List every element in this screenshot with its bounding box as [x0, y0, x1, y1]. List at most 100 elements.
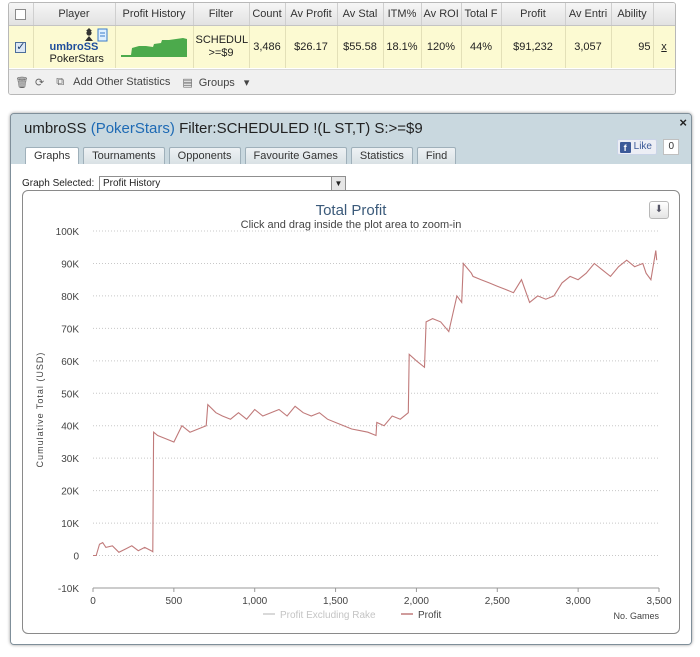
player-cell[interactable]: umbroSS PokerStars [33, 25, 116, 68]
graphs-tab-content: Graph Selected: Profit History ▼ ⬇ Total… [11, 164, 691, 644]
refresh-icon[interactable]: ⟳ [35, 76, 44, 89]
profit-cell: $91,232 [501, 25, 566, 68]
like-count: 0 [663, 139, 679, 155]
add-stats-icon: ⧉ [56, 76, 65, 88]
y-tick-label: -10K [58, 584, 79, 595]
x-tick-label: 3,000 [566, 596, 591, 607]
count-cell: 3,486 [249, 25, 286, 68]
legend-label-excluding-rake: Profit Excluding Rake [280, 610, 376, 621]
col-header-av-stake[interactable]: Av Stal [337, 3, 384, 26]
x-axis-label: No. Games [613, 611, 659, 621]
av-roi-cell: 120% [421, 25, 462, 68]
remove-row-button[interactable]: x [653, 25, 675, 68]
filter-cell: SCHEDULE >=$9 [193, 25, 250, 68]
tab-statistics[interactable]: Statistics [350, 147, 413, 165]
graph-select-value: Profit History [103, 178, 161, 189]
panel-site-link[interactable]: (PokerStars) [91, 120, 175, 137]
player-detail-panel: umbroSS (PokerStars) Filter:SCHEDULED !(… [10, 113, 692, 645]
add-stats-label: Add Other Statistics [73, 76, 171, 88]
filter-line-2: >=$9 [208, 47, 234, 59]
y-axis-label: Cumulative Total (USD) [35, 352, 45, 468]
filter-line-1: SCHEDULE [195, 34, 249, 46]
stats-table: Player Profit History Filter Count Av Pr… [9, 3, 675, 68]
av-stake-cell: $55.58 [337, 25, 384, 68]
col-header-profit-history[interactable]: Profit History [115, 3, 194, 26]
table-header-row: Player Profit History Filter Count Av Pr… [9, 3, 675, 26]
profit-chart-container[interactable]: ⬇ Total Profit Click and drag inside the … [22, 190, 680, 634]
close-icon[interactable]: × [679, 115, 687, 130]
groups-label: Groups [198, 77, 235, 89]
legend-label-profit: Profit [418, 610, 442, 621]
col-header-remove [653, 3, 675, 26]
chevron-down-icon: ▾ [243, 77, 250, 89]
y-tick-label: 20K [61, 487, 79, 498]
select-all-checkbox[interactable] [15, 8, 27, 20]
y-tick-label: 80K [61, 292, 79, 303]
download-icon[interactable]: ⬇ [649, 201, 669, 219]
av-entrants-cell: 3,057 [565, 25, 612, 68]
y-tick-label: 50K [61, 389, 79, 400]
profit-history-sparkline-cell[interactable] [115, 25, 194, 68]
y-tick-label: 70K [61, 324, 79, 335]
select-all-header[interactable] [9, 3, 34, 26]
add-stats-button[interactable]: ⧉ Add Other Statistics [50, 76, 170, 89]
panel-filter-text: Filter:SCHEDULED !(L ST,T) S:>=$9 [179, 120, 423, 137]
row-select-cell[interactable] [9, 25, 34, 68]
tab-find[interactable]: Find [416, 147, 457, 165]
col-header-profit[interactable]: Profit [501, 3, 566, 26]
col-header-av-roi[interactable]: Av ROI [421, 3, 462, 26]
like-label: Like [633, 141, 652, 152]
player-icons [84, 28, 110, 45]
col-header-filter[interactable]: Filter [193, 3, 250, 26]
chevron-down-icon[interactable]: ▼ [331, 177, 345, 190]
groups-icon: ▤ [182, 77, 193, 89]
facebook-like-button[interactable]: f Like [616, 139, 657, 155]
x-tick-label: 2,000 [404, 596, 429, 607]
col-header-player[interactable]: Player [33, 3, 116, 26]
player-avatar-icon[interactable] [84, 28, 110, 42]
panel-header: umbroSS (PokerStars) Filter:SCHEDULED !(… [11, 114, 691, 166]
row-checkbox[interactable] [15, 40, 27, 53]
tab-opponents[interactable]: Opponents [168, 147, 241, 165]
y-tick-label: 100K [56, 227, 80, 238]
y-tick-label: 10K [61, 519, 79, 530]
table-row[interactable]: umbroSS PokerStars SCHEDULE >=$9 3,486 $… [9, 25, 675, 68]
tab-tournaments[interactable]: Tournaments [83, 147, 165, 165]
av-profit-cell: $26.17 [285, 25, 338, 68]
y-tick-label: 40K [61, 422, 79, 433]
graph-selected-label: Graph Selected: [22, 178, 95, 189]
ability-cell: 95 [611, 25, 654, 68]
x-tick-label: 1,000 [242, 596, 267, 607]
stats-toolbar: 🗑 ⟳ ⧉ Add Other Statistics ▤ Groups ▾ [9, 69, 675, 94]
x-tick-label: 500 [166, 596, 183, 607]
x-tick-label: 3,500 [646, 596, 671, 607]
y-tick-label: 60K [61, 357, 79, 368]
y-tick-label: 90K [61, 259, 79, 270]
groups-button[interactable]: ▤ Groups ▾ [176, 76, 249, 89]
col-header-total-f[interactable]: Total F [461, 3, 502, 26]
profit-chart[interactable]: Total ProfitClick and drag inside the pl… [23, 191, 679, 633]
total-f-cell: 44% [461, 25, 502, 68]
chart-subtitle: Click and drag inside the plot area to z… [241, 219, 462, 231]
profit-history-sparkline[interactable] [121, 37, 187, 57]
panel-player-name: umbroSS [24, 120, 87, 137]
y-tick-label: 0 [73, 552, 79, 563]
panel-title: umbroSS (PokerStars) Filter:SCHEDULED !(… [24, 120, 423, 137]
facebook-icon: f [619, 141, 631, 153]
chart-title: Total Profit [316, 202, 388, 219]
x-tick-label: 2,500 [485, 596, 510, 607]
x-tick-label: 0 [90, 596, 96, 607]
x-tick-label: 1,500 [323, 596, 348, 607]
stats-table-panel: Player Profit History Filter Count Av Pr… [8, 2, 676, 95]
graph-select-dropdown[interactable]: Profit History ▼ [99, 176, 346, 191]
col-header-ability[interactable]: Ability [611, 3, 654, 26]
col-header-av-profit[interactable]: Av Profit [285, 3, 338, 26]
y-tick-label: 30K [61, 454, 79, 465]
tab-favourite-games[interactable]: Favourite Games [244, 147, 347, 165]
player-site: PokerStars [49, 53, 104, 65]
col-header-count[interactable]: Count [249, 3, 286, 26]
itm-cell: 18.1% [383, 25, 422, 68]
col-header-itm[interactable]: ITM% [383, 3, 422, 26]
trash-icon[interactable]: 🗑 [15, 76, 29, 89]
col-header-av-entrants[interactable]: Av Entri [565, 3, 612, 26]
